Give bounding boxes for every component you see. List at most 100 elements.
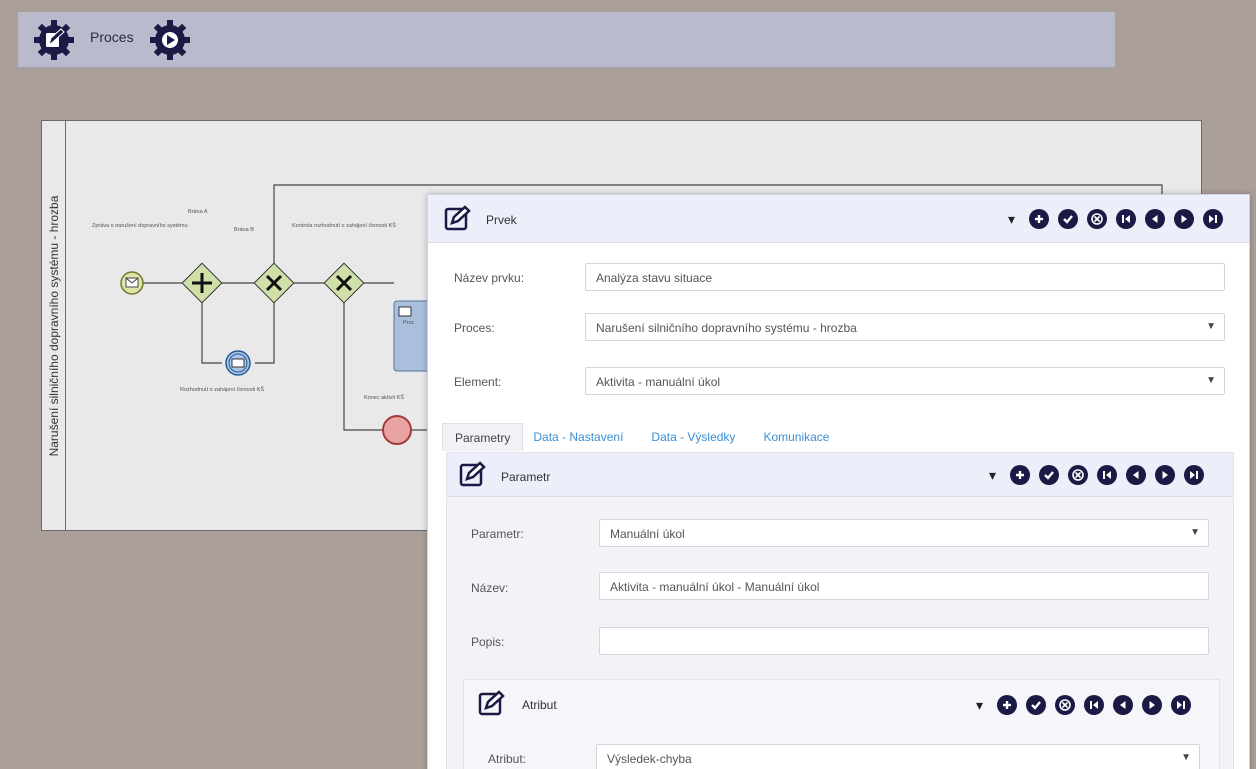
prvek-title: Prvek [486,213,517,227]
first-button[interactable] [1084,695,1105,715]
check-icon [1044,471,1054,480]
popis-input[interactable] [599,627,1209,655]
start-message-event[interactable] [120,271,144,295]
last-icon [1190,471,1199,479]
tab-data-nastaveni[interactable]: Data - Nastavení [523,423,637,451]
nazev-prvku-input[interactable]: Analýza stavu situace [585,263,1225,291]
first-icon [1103,471,1112,479]
chevron-down-icon: ▼ [1181,752,1191,763]
first-button[interactable] [1097,465,1118,485]
plus-button[interactable] [1010,465,1031,485]
edit-gear-icon[interactable] [32,18,76,67]
branch-a-label: Brána A [188,209,208,215]
end-event-label: Konec aktivit KŠ [364,394,404,401]
prvek-header: Prvek ▾ [428,195,1249,243]
app-header: Proces [18,12,1115,68]
tab-bar: Parametry Data - Nastavení Data - Výsled… [442,423,841,451]
prev-icon [1152,215,1158,223]
atribut-panel: Atribut ▾ Atribut: Výsledek-chyba ▼ [463,679,1220,769]
last-button[interactable] [1203,209,1224,229]
atribut-select[interactable]: Výsledek-chyba ▼ [596,744,1200,769]
chevron-down-icon[interactable]: ▾ [976,697,983,714]
edit-icon [478,690,506,721]
exclusive-gateway-1[interactable] [253,262,295,304]
proces-label: Proces: [454,321,495,335]
proces-select-value: Narušení silničního dopravního systému -… [596,321,857,335]
task-box[interactable] [393,300,431,372]
cancel-icon [1091,213,1103,225]
tab-parametry[interactable]: Parametry [442,423,524,451]
prev-icon [1133,471,1139,479]
prvek-toolbar: ▾ [1008,209,1232,229]
tab-data-vysledky[interactable]: Data - Výsledky [637,423,749,451]
parametr-nazev-label: Název: [471,581,509,595]
branch-b-label: Brána B [234,227,254,233]
atribut-select-value: Výsledek-chyba [607,752,692,766]
check-icon [1063,215,1073,224]
prev-button[interactable] [1145,209,1166,229]
nazev-prvku-label: Název prvku: [454,271,525,285]
last-icon [1209,215,1218,223]
prev-icon [1120,701,1126,709]
cancel-icon [1072,469,1084,481]
last-button[interactable] [1171,695,1192,715]
parametr-nazev-input[interactable]: Aktivita - manuální úkol - Manuální úkol [599,572,1209,600]
next-icon [1149,701,1156,709]
check-icon [1031,701,1041,710]
message-intermediate-event[interactable] [225,350,251,376]
task-label: Proc [403,320,415,326]
cancel-icon [1059,699,1071,711]
plus-icon [1035,215,1044,223]
element-label: Element: [454,375,502,389]
edit-icon [459,461,487,492]
next-icon [1181,215,1188,223]
next-button[interactable] [1174,209,1195,229]
app-title: Proces [90,29,134,45]
chevron-down-icon[interactable]: ▾ [1008,211,1015,228]
parametr-select[interactable]: Manuální úkol ▼ [599,519,1209,547]
chevron-down-icon: ▼ [1190,527,1200,538]
element-select-value: Aktivita - manuální úkol [596,375,721,389]
check-button[interactable] [1026,695,1047,715]
element-select[interactable]: Aktivita - manuální úkol ▼ [585,367,1225,395]
plus-icon [1003,701,1012,709]
first-button[interactable] [1116,209,1137,229]
proces-select[interactable]: Narušení silničního dopravního systému -… [585,313,1225,341]
last-button[interactable] [1184,465,1205,485]
play-gear-icon[interactable] [148,18,192,67]
parametr-header: Parametr ▾ [447,453,1233,497]
last-icon [1177,701,1186,709]
cancel-button[interactable] [1055,695,1076,715]
parametr-toolbar: ▾ [989,465,1213,485]
tab-komunikace[interactable]: Komunikace [749,423,841,451]
plus-icon [1016,471,1025,479]
end-event[interactable] [382,415,412,445]
check-button[interactable] [1039,465,1060,485]
parametr-select-value: Manuální úkol [610,527,685,541]
plus-button[interactable] [997,695,1018,715]
atribut-label: Atribut: [488,752,527,766]
cancel-button[interactable] [1087,209,1108,229]
prev-button[interactable] [1126,465,1147,485]
chevron-down-icon: ▼ [1206,321,1216,332]
next-button[interactable] [1142,695,1163,715]
atribut-header: Atribut ▾ [464,680,1219,730]
popis-label: Popis: [471,635,505,649]
parametr-panel: Parametr ▾ Parametr: Manuální úkol ▼ Náz… [446,452,1234,769]
first-icon [1090,701,1099,709]
prev-button[interactable] [1113,695,1134,715]
edit-icon [444,205,472,236]
element-dialog: Prvek ▾ Název prvku: Analýza stavu situa… [427,194,1250,769]
check-button[interactable] [1058,209,1079,229]
next-icon [1162,471,1169,479]
start-event-label: Zpráva o narušení dopravního systému [92,223,188,229]
next-button[interactable] [1155,465,1176,485]
chevron-down-icon[interactable]: ▾ [989,467,996,484]
check-label: Kontrola rozhodnutí o zahájení činnosti … [292,222,396,229]
parametr-title: Parametr [501,470,551,484]
parallel-gateway[interactable] [181,262,223,304]
exclusive-gateway-2[interactable] [323,262,365,304]
parametr-label: Parametr: [471,527,524,541]
plus-button[interactable] [1029,209,1050,229]
cancel-button[interactable] [1068,465,1089,485]
